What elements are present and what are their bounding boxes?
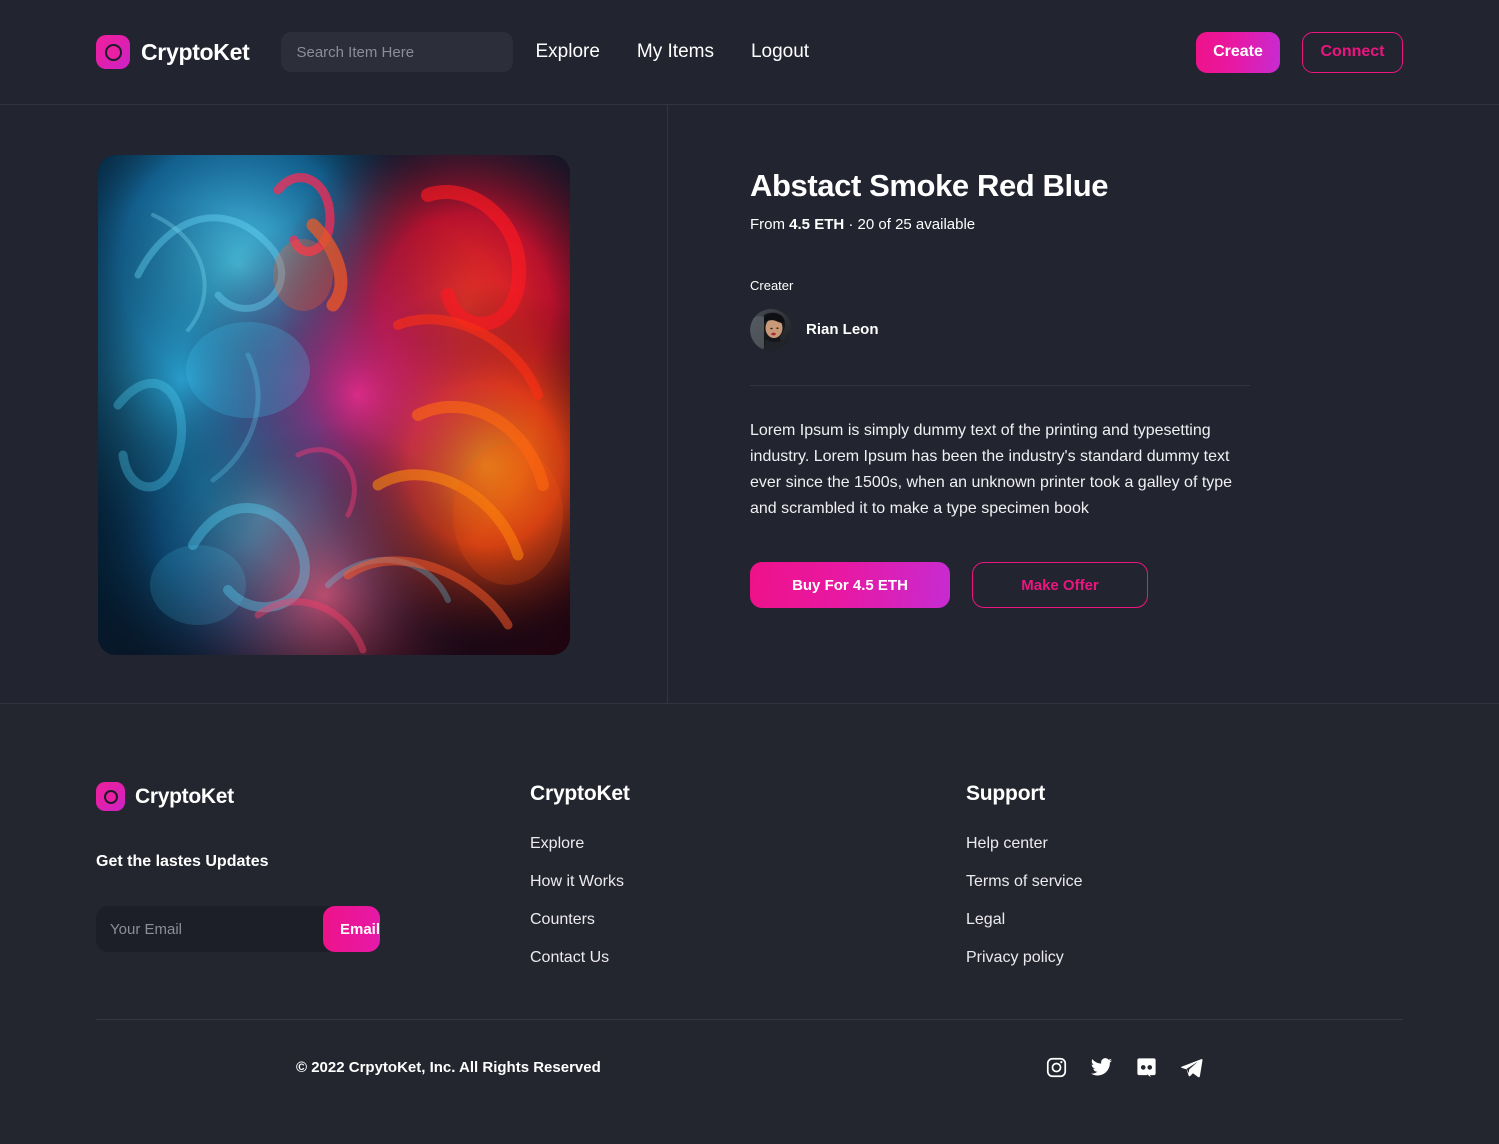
main-nav: Explore My Items Logout [535, 41, 809, 63]
connect-button[interactable]: Connect [1302, 31, 1403, 73]
item-price-availability: From 4.5 ETH · 20 of 25 available [750, 216, 1499, 233]
footer-column-cryptoket: CryptoKet Explore How it Works Counters … [530, 782, 966, 967]
discord-icon[interactable] [1135, 1056, 1158, 1079]
item-title: Abstact Smoke Red Blue [750, 168, 1109, 203]
email-field[interactable] [96, 906, 323, 952]
header-actions: Create Connect [1196, 31, 1403, 73]
item-description: Lorem Ipsum is simply dummy text of the … [750, 421, 1233, 517]
footer-bottom-bar: © 2022 CrpytoKet, Inc. All Rights Reserv… [96, 1019, 1403, 1115]
brand-logo[interactable]: CryptoKet [96, 35, 250, 69]
telegram-icon[interactable] [1180, 1056, 1203, 1079]
brand-name: CryptoKet [141, 38, 250, 65]
site-header: CryptoKet Explore My Items Logout Create… [0, 0, 1499, 105]
footer-links-cryptoket: Explore How it Works Counters Contact Us [530, 835, 966, 967]
twitter-icon[interactable] [1090, 1056, 1113, 1079]
avatar [750, 308, 792, 351]
item-image-panel [0, 105, 668, 703]
creator-label: Creater [750, 277, 794, 293]
footer-link-explore[interactable]: Explore [530, 835, 584, 853]
footer-column-support: Support Help center Terms of service Leg… [966, 782, 1402, 967]
footer-link-counters[interactable]: Counters [530, 911, 595, 929]
footer-brand-logo[interactable]: CryptoKet [96, 782, 530, 811]
footer-links-support: Help center Terms of service Legal Priva… [966, 835, 1402, 967]
logo-ring-shape [104, 43, 122, 61]
footer-brand-name: CryptoKet [135, 784, 234, 808]
price-prefix: From [750, 215, 785, 233]
nav-item-explore[interactable]: Explore [535, 41, 599, 63]
footer-columns: CryptoKet Get the lastes Updates Email M… [96, 704, 1403, 967]
make-offer-button[interactable]: Make Offer [972, 562, 1148, 609]
creator-name: Rian Leon [806, 321, 879, 339]
footer-link-help-center[interactable]: Help center [966, 835, 1048, 853]
nav-item-logout[interactable]: Logout [751, 41, 809, 63]
site-footer: CryptoKet Get the lastes Updates Email M… [0, 704, 1499, 1143]
nav-item-my-items[interactable]: My Items [637, 41, 714, 63]
creator-row[interactable]: Rian Leon [750, 308, 1250, 351]
cryptoket-logo-icon [96, 35, 130, 69]
footer-link-how-it-works[interactable]: How it Works [530, 873, 624, 891]
footer-link-legal[interactable]: Legal [966, 911, 1005, 929]
footer-link-contact-us[interactable]: Contact Us [530, 949, 609, 967]
cryptoket-logo-icon [96, 782, 125, 811]
nft-image-frame [97, 155, 570, 655]
footer-brand-column: CryptoKet Get the lastes Updates Email M… [96, 782, 530, 967]
copyright-text: © 2022 CrpytoKet, Inc. All Rights Reserv… [296, 1059, 601, 1076]
logo-ring-shape [103, 789, 118, 804]
newsletter-form: Email Me! [96, 906, 380, 952]
email-me-button[interactable]: Email Me! [323, 906, 380, 952]
create-button[interactable]: Create [1196, 31, 1280, 73]
item-price: 4.5 ETH [789, 215, 845, 233]
instagram-icon[interactable] [1045, 1056, 1068, 1079]
search-input[interactable] [281, 32, 514, 72]
item-availability: 20 of 25 available [857, 215, 976, 233]
footer-heading-support: Support [966, 782, 1046, 805]
item-info-panel: Abstact Smoke Red Blue From 4.5 ETH · 20… [668, 105, 1499, 703]
social-links [1045, 1056, 1203, 1079]
item-detail-main: Abstact Smoke Red Blue From 4.5 ETH · 20… [0, 105, 1499, 704]
avatar-portrait-image [750, 308, 792, 351]
creator-section: Creater Rian Leon [750, 278, 1250, 386]
item-actions: Buy For 4.5 ETH Make Offer [750, 562, 1499, 609]
price-separator: · [848, 215, 854, 233]
nft-artwork-image [97, 155, 570, 655]
footer-link-terms-of-service[interactable]: Terms of service [966, 873, 1082, 891]
buy-button[interactable]: Buy For 4.5 ETH [750, 562, 950, 609]
footer-heading-cryptoket: CryptoKet [530, 782, 630, 805]
newsletter-title: Get the lastes Updates [96, 853, 269, 870]
footer-link-privacy-policy[interactable]: Privacy policy [966, 949, 1064, 967]
